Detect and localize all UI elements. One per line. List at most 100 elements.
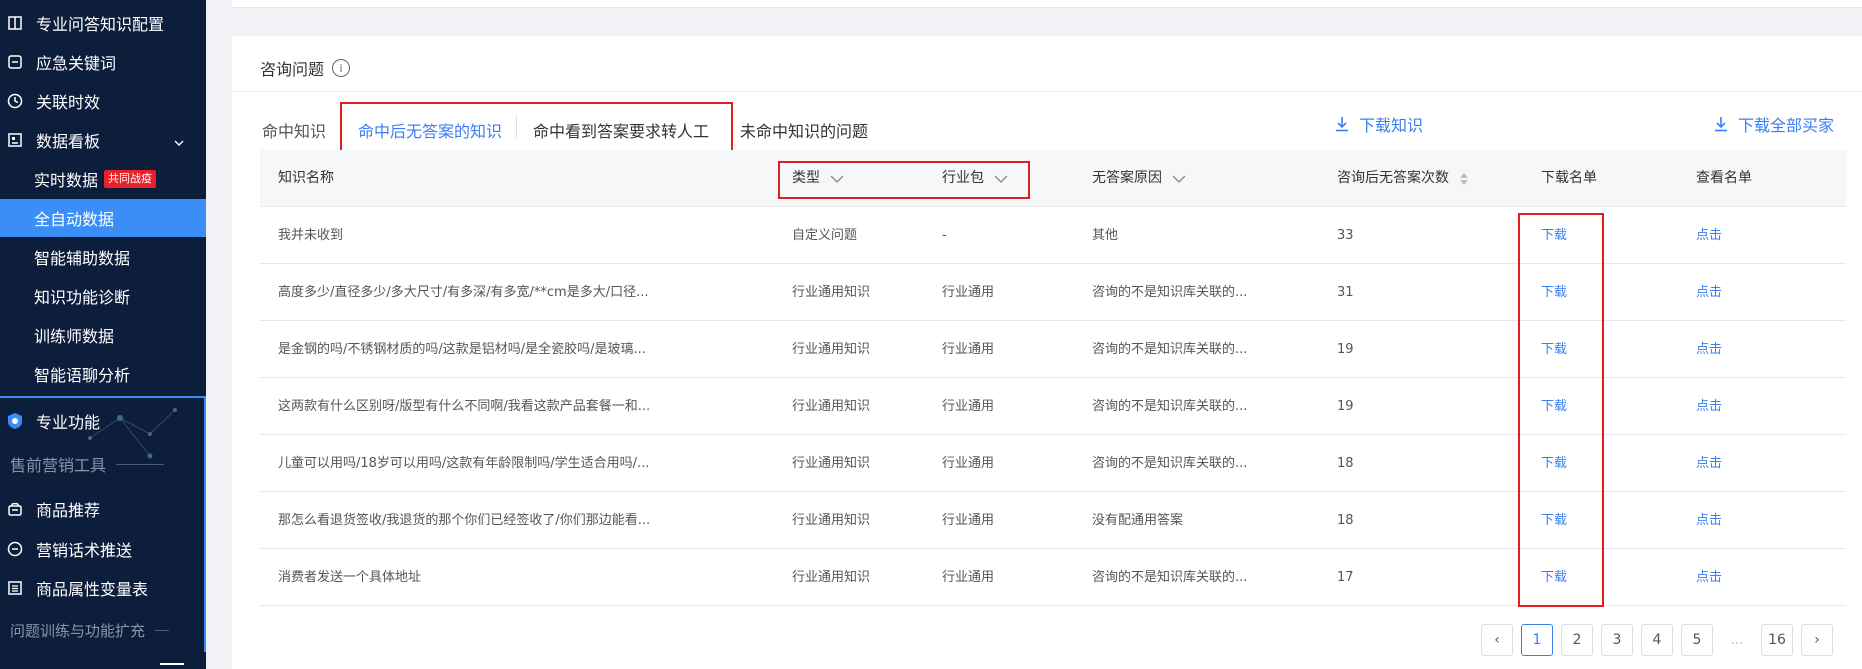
sidebar-item-label: 知识功能诊断 <box>34 288 131 307</box>
sidebar-item-product-recommend[interactable]: 商品推荐 <box>0 490 206 528</box>
view-link[interactable]: 点击 <box>1696 549 1722 606</box>
sidebar: 专业问答知识配置 应急关键词 关联时效 数据看板 实时数据 共同战疫 全自动数据… <box>0 0 206 669</box>
view-link[interactable]: 点击 <box>1696 435 1722 492</box>
sidebar-item-label: 关联时效 <box>36 93 101 112</box>
annotation-box-download-column <box>1518 213 1604 607</box>
view-link[interactable]: 点击 <box>1696 492 1722 549</box>
download-knowledge-button[interactable]: 下载知识 <box>1333 112 1423 136</box>
sidebar-item-data-board[interactable]: 数据看板 <box>0 121 206 159</box>
pagination-page[interactable]: 1 <box>1521 624 1553 656</box>
sidebar-item-emergency-keywords[interactable]: 应急关键词 <box>0 43 206 81</box>
top-card <box>232 0 1862 8</box>
cell-reason: 咨询的不是知识库关联的... <box>1092 285 1248 300</box>
sidebar-item-chat-analysis[interactable]: 智能语聊分析 <box>0 355 206 393</box>
table-row: 是金钢的吗/不锈钢材质的吗/这款是铝材吗/是全瓷胶吗/是玻璃... 行业通用知识… <box>260 321 1846 378</box>
pagination-page[interactable]: 16 <box>1761 624 1793 656</box>
cell-knowledge-name: 儿童可以用吗/18岁可以用吗/这款有年龄限制吗/学生适合用吗/... <box>278 456 650 471</box>
cell-knowledge-name: 是金钢的吗/不锈钢材质的吗/这款是铝材吗/是全瓷胶吗/是玻璃... <box>278 342 646 357</box>
cell-count: 18 <box>1337 513 1354 528</box>
cell-industry: - <box>942 228 947 243</box>
cell-knowledge-name: 我并未收到 <box>278 228 344 243</box>
download-all-buyers-button[interactable]: 下载全部买家 <box>1712 112 1834 136</box>
bag-icon <box>6 500 24 518</box>
info-icon[interactable]: i <box>332 59 351 77</box>
pagination-ellipsis[interactable]: ... <box>1721 624 1753 656</box>
header-no-answer-reason[interactable]: 无答案原因 <box>1092 150 1186 207</box>
cell-industry: 行业通用 <box>942 570 995 585</box>
cell-reason: 咨询的不是知识库关联的... <box>1092 399 1248 414</box>
pagination-page[interactable]: 3 <box>1601 624 1633 656</box>
header-download-list: 下载名单 <box>1541 170 1597 186</box>
header-no-answer-count[interactable]: 咨询后无答案次数 <box>1337 150 1469 207</box>
table-row: 高度多少/直径多少/多大尺寸/有多深/有多宽/**cm是多大/口径... 行业通… <box>260 264 1846 321</box>
cell-count: 31 <box>1337 285 1354 300</box>
cell-knowledge-name: 消费者发送一个具体地址 <box>278 570 422 585</box>
sidebar-item-auto-data[interactable]: 全自动数据 <box>0 199 206 237</box>
sidebar-item-knowledge-diagnosis[interactable]: 知识功能诊断 <box>0 277 206 315</box>
pagination-page[interactable]: 5 <box>1681 624 1713 656</box>
consult-questions-card: 咨询问题 i 命中知识 命中后无答案的知识 命中看到答案要求转人工 未命中知识的… <box>232 36 1862 669</box>
shield-icon <box>6 412 24 430</box>
dashboard-icon <box>6 131 24 149</box>
header-knowledge-name: 知识名称 <box>278 170 334 186</box>
table-row: 儿童可以用吗/18岁可以用吗/这款有年龄限制吗/学生适合用吗/... 行业通用知… <box>260 435 1846 492</box>
cell-reason: 咨询的不是知识库关联的... <box>1092 456 1248 471</box>
sidebar-item-label: 专业问答知识配置 <box>36 15 165 34</box>
sidebar-item-trainer-data[interactable]: 训练师数据 <box>0 316 206 354</box>
tab-unmatched[interactable]: 未命中知识的问题 <box>740 118 868 142</box>
table-row: 那怎么看退货签收/我退货的那个你们已经签收了/你们那边能看... 行业通用知识 … <box>260 492 1846 549</box>
cell-knowledge-name: 这两款有什么区别呀/版型有什么不同啊/我看这款产品套餐一和... <box>278 399 651 414</box>
sidebar-item-label: 数据看板 <box>36 132 101 151</box>
pagination-prev[interactable]: ‹ <box>1481 624 1513 656</box>
sidebar-item-assist-data[interactable]: 智能辅助数据 <box>0 238 206 276</box>
menu-handle <box>160 663 184 665</box>
section-training-title: 问题训练与功能扩充 <box>10 620 170 641</box>
header-view-list: 查看名单 <box>1696 170 1752 186</box>
section-presale-title: 售前营销工具 <box>10 452 165 476</box>
cell-type: 行业通用知识 <box>792 570 871 585</box>
sidebar-item-realtime-data[interactable]: 实时数据 共同战疫 <box>0 160 206 198</box>
list-icon <box>6 579 24 597</box>
table-row: 这两款有什么区别呀/版型有什么不同啊/我看这款产品套餐一和... 行业通用知识 … <box>260 378 1846 435</box>
pagination-next[interactable]: › <box>1801 624 1833 656</box>
pagination-page[interactable]: 4 <box>1641 624 1673 656</box>
sidebar-item-label: 智能语聊分析 <box>34 366 131 385</box>
sidebar-item-pro-features[interactable]: 专业功能 <box>0 402 206 440</box>
pagination-page[interactable]: 2 <box>1561 624 1593 656</box>
sidebar-item-label: 智能辅助数据 <box>34 249 131 268</box>
table-row: 我并未收到 自定义问题 - 其他 33 下载 点击 <box>260 207 1846 264</box>
table-header: 知识名称 类型 行业包 无答案原因 咨询后无答案次数 下载名单 查看名单 <box>260 150 1846 207</box>
card-title: 咨询问题 i <box>260 56 351 80</box>
sidebar-item-marketing-push[interactable]: 营销话术推送 <box>0 530 206 568</box>
cell-reason: 咨询的不是知识库关联的... <box>1092 342 1248 357</box>
cell-count: 19 <box>1337 342 1354 357</box>
cell-reason: 咨询的不是知识库关联的... <box>1092 570 1248 585</box>
cell-industry: 行业通用 <box>942 399 995 414</box>
sidebar-item-qa-config[interactable]: 专业问答知识配置 <box>0 4 206 42</box>
cell-industry: 行业通用 <box>942 342 995 357</box>
cell-knowledge-name: 高度多少/直径多少/多大尺寸/有多深/有多宽/**cm是多大/口径... <box>278 285 649 300</box>
sidebar-item-label: 营销话术推送 <box>36 541 133 560</box>
cell-type: 行业通用知识 <box>792 399 871 414</box>
cell-type: 行业通用知识 <box>792 285 871 300</box>
cell-type: 行业通用知识 <box>792 513 871 528</box>
cell-count: 19 <box>1337 399 1354 414</box>
sidebar-item-attribute-table[interactable]: 商品属性变量表 <box>0 569 206 607</box>
cell-type: 行业通用知识 <box>792 456 871 471</box>
view-link[interactable]: 点击 <box>1696 264 1722 321</box>
cell-reason: 没有配通用答案 <box>1092 513 1184 528</box>
sidebar-item-label: 商品属性变量表 <box>36 580 149 599</box>
annotation-box-tabs <box>340 102 733 152</box>
view-link[interactable]: 点击 <box>1696 321 1722 378</box>
cell-knowledge-name: 那怎么看退货签收/我退货的那个你们已经签收了/你们那边能看... <box>278 513 651 528</box>
divider <box>155 630 170 631</box>
cell-type: 自定义问题 <box>792 228 858 243</box>
cell-type: 行业通用知识 <box>792 342 871 357</box>
cell-industry: 行业通用 <box>942 456 995 471</box>
clock-icon <box>6 92 24 110</box>
view-link[interactable]: 点击 <box>1696 207 1722 264</box>
view-link[interactable]: 点击 <box>1696 378 1722 435</box>
sidebar-item-time-relation[interactable]: 关联时效 <box>0 82 206 120</box>
chevron-down-icon <box>174 133 184 152</box>
cell-count: 18 <box>1337 456 1354 471</box>
